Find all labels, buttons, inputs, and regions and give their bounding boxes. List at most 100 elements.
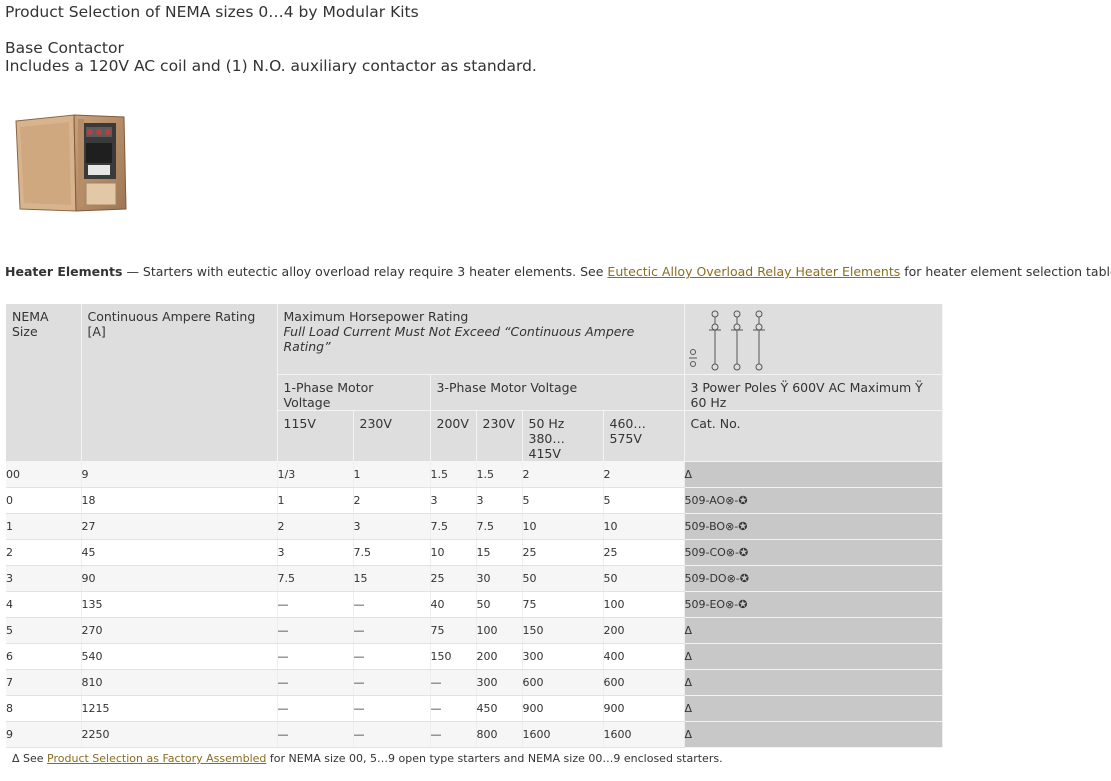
- table-cell: 1.5: [476, 461, 523, 488]
- table-cell: 1600: [603, 721, 685, 748]
- ampere-rating-header: Continuous Ampere Rating [A]: [81, 304, 278, 462]
- table-cell: —: [353, 591, 431, 618]
- eutectic-alloy-heater-link[interactable]: Eutectic Alloy Overload Relay Heater Ele…: [607, 264, 900, 279]
- footnote-text: for NEMA size 00, 5…9 open type starters…: [266, 752, 723, 765]
- table-cell: 10: [603, 513, 685, 540]
- cat-no-cell: 509-BO⊗-✪: [684, 513, 943, 540]
- table-cell: 45: [81, 539, 278, 566]
- table-cell: —: [353, 695, 431, 722]
- wiring-diagram-cell: [684, 304, 943, 375]
- table-cell: 600: [522, 669, 604, 696]
- table-cell: 27: [81, 513, 278, 540]
- three-phase-header: 3-Phase Motor Voltage: [430, 374, 685, 411]
- table-row: 7 810— — —300 600 600 Δ: [6, 669, 943, 696]
- table-cell: 2: [277, 513, 354, 540]
- table-cell: —: [277, 643, 354, 670]
- table-cell: 6: [6, 643, 82, 670]
- table-cell: 75: [430, 617, 477, 644]
- heater-text-after: for heater element selection tables.: [900, 264, 1111, 279]
- table-cell: 5: [522, 487, 604, 514]
- table-row: 8 1215— — —450 900 900 Δ: [6, 695, 943, 722]
- table-cell: 3: [476, 487, 523, 514]
- footnote-symbol: Δ See: [12, 752, 48, 765]
- cat-no-cell: 509-CO⊗-✪: [684, 539, 943, 566]
- table-row: 6 540— —150 200 300 400 Δ: [6, 643, 943, 670]
- cat-no-cell: Δ: [684, 461, 943, 488]
- table-cell: 800: [476, 721, 523, 748]
- base-contactor-heading: Base Contactor: [5, 39, 124, 57]
- footnote: Δ See Product Selection as Factory Assem…: [12, 752, 723, 765]
- table-cell: 7.5: [353, 539, 431, 566]
- cat-no-cell: Δ: [684, 643, 943, 670]
- table-cell: —: [353, 721, 431, 748]
- table-cell: —: [430, 721, 477, 748]
- table-cell: 8: [6, 695, 82, 722]
- table-cell: —: [353, 617, 431, 644]
- max-horsepower-header: Maximum Horsepower Rating Full Load Curre…: [277, 304, 685, 375]
- table-row: 3 90 7.5 15 25 30 50 50 509-DO⊗-✪: [6, 565, 943, 592]
- table-cell: 75: [522, 591, 604, 618]
- table-cell: 900: [603, 695, 685, 722]
- table-cell: —: [277, 721, 354, 748]
- col-460-575v-header: 460…575V: [603, 410, 685, 462]
- table-cell: 15: [476, 539, 523, 566]
- nema-size-header: NEMA Size: [6, 304, 82, 462]
- table-cell: —: [430, 695, 477, 722]
- table-row: 00 9 1/3 1 1.5 1.5 2 2 Δ: [6, 461, 943, 488]
- table-cell: 9: [81, 461, 278, 488]
- col-115v-header: 115V: [277, 410, 354, 462]
- table-cell: 90: [81, 565, 278, 592]
- cat-no-cell: 509-DO⊗-✪: [684, 565, 943, 592]
- col-230v-3ph-header: 230V: [476, 410, 523, 462]
- table-cell: 15: [353, 565, 431, 592]
- table-cell: 2: [353, 487, 431, 514]
- page-title: Product Selection of NEMA sizes 0…4 by M…: [5, 3, 419, 21]
- table-cell: 1: [6, 513, 82, 540]
- table-cell: 7.5: [430, 513, 477, 540]
- table-row: 9 2250— — —800 1600 1600 Δ: [6, 721, 943, 748]
- table-cell: 25: [603, 539, 685, 566]
- power-poles-diagram-icon: [688, 310, 765, 371]
- table-cell: 4: [6, 591, 82, 618]
- cat-no-cell: 509-AO⊗-✪: [684, 487, 943, 514]
- table-cell: 10: [430, 539, 477, 566]
- table-cell: 1: [353, 461, 431, 488]
- heater-elements-label: Heater Elements: [5, 264, 123, 279]
- table-cell: 25: [430, 565, 477, 592]
- table-cell: 400: [603, 643, 685, 670]
- table-row: 5 270— —75 100 150 200 Δ: [6, 617, 943, 644]
- table-cell: 7.5: [476, 513, 523, 540]
- table-cell: 50: [522, 565, 604, 592]
- table-cell: 3: [6, 565, 82, 592]
- table-cell: —: [277, 669, 354, 696]
- col-230v-1ph-header: 230V: [353, 410, 431, 462]
- table-cell: 5: [603, 487, 685, 514]
- cat-no-cell: Δ: [684, 695, 943, 722]
- table-cell: 50: [476, 591, 523, 618]
- col-200v-header: 200V: [430, 410, 477, 462]
- table-cell: 3: [353, 513, 431, 540]
- table-cell: 150: [522, 617, 604, 644]
- table-cell: —: [277, 591, 354, 618]
- table-cell: 2: [6, 539, 82, 566]
- heater-elements-note: Heater Elements — Starters with eutectic…: [5, 264, 1111, 279]
- table-cell: 540: [81, 643, 278, 670]
- table-cell: 9: [6, 721, 82, 748]
- table-cell: 1600: [522, 721, 604, 748]
- table-cell: —: [277, 695, 354, 722]
- table-body: 00 9 1/3 1 1.5 1.5 2 2 Δ 0 18 1 2 3 3 5 5 509-AO⊗-✪ 1 27 2…: [6, 461, 943, 748]
- table-cell: 10: [522, 513, 604, 540]
- table-cell: 2: [603, 461, 685, 488]
- table-cell: 3: [277, 539, 354, 566]
- hp-note: Full Load Current Must Not Exceed “Conti…: [283, 324, 635, 354]
- power-poles-header: 3 Power Poles Ÿ 600V AC Maximum Ÿ 60 Hz: [684, 374, 943, 411]
- table-row: 4 135— —40 50 75 100 509-EO⊗-✪: [6, 591, 943, 618]
- table-cell: —: [430, 669, 477, 696]
- single-phase-header: 1-Phase Motor Voltage: [277, 374, 431, 411]
- table-cell: 2: [522, 461, 604, 488]
- table-row: 1 27 2 3 7.5 7.5 10 10 509-BO⊗-✪: [6, 513, 943, 540]
- table-cell: 300: [476, 669, 523, 696]
- factory-assembled-link[interactable]: Product Selection as Factory Assembled: [47, 752, 266, 765]
- base-contactor-description: Includes a 120V AC coil and (1) N.O. aux…: [5, 57, 537, 75]
- heater-text-before: — Starters with eutectic alloy overload …: [122, 264, 608, 279]
